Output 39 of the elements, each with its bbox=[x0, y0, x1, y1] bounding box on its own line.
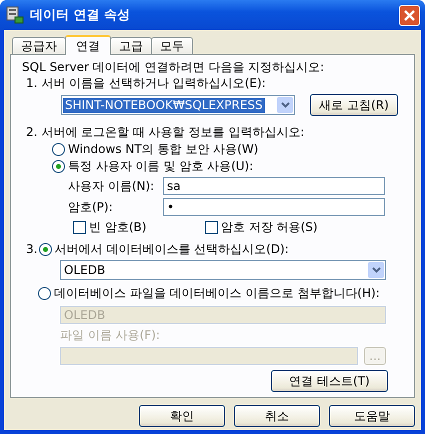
database-computer-icon bbox=[6, 6, 24, 24]
tab[interactable]: 공급자 bbox=[12, 37, 66, 54]
window-title: 데이터 연결 속성 bbox=[30, 7, 132, 24]
radio-button[interactable] bbox=[52, 160, 65, 173]
dialog-button[interactable]: 확인 bbox=[139, 405, 225, 427]
username-field[interactable]: sa bbox=[163, 177, 385, 195]
step-label: 2. 서버에 로그온할 때 사용할 정보를 입력하십시오: bbox=[26, 125, 306, 140]
instruction-text: SQL Server 데이터에 연결하려면 다음을 지정하십시오: bbox=[22, 60, 326, 75]
dialog-button[interactable]: 취소 bbox=[234, 405, 320, 427]
password-field[interactable]: • bbox=[163, 198, 385, 216]
refresh-button[interactable]: 새로 고침(R) bbox=[310, 94, 398, 116]
radio-label: Windows NT의 통합 보안 사용(W) bbox=[68, 142, 258, 157]
test-connection-button[interactable]: 연결 테스트(T) bbox=[271, 370, 388, 392]
tab[interactable]: 고급 bbox=[110, 37, 152, 54]
password-label: 암호(P): bbox=[68, 200, 114, 214]
checkbox[interactable] bbox=[73, 221, 86, 234]
dialog-button[interactable]: 도움말 bbox=[329, 405, 415, 427]
radio-button[interactable] bbox=[38, 287, 51, 300]
step-number: 3. bbox=[26, 242, 38, 257]
radio-label: 특정 사용자 이름 및 암호 사용(U): bbox=[68, 159, 254, 174]
username-label: 사용자 이름(N): bbox=[68, 178, 156, 194]
close-icon bbox=[403, 8, 416, 22]
file-name-field[interactable] bbox=[60, 347, 358, 365]
database-combo[interactable]: OLEDB bbox=[60, 260, 386, 280]
step-label: 1. 서버 이름을 선택하거나 입력하십시오(E): bbox=[26, 76, 267, 91]
file-name-label: 파일 이름 사용(F): bbox=[60, 328, 161, 343]
radio-label: 데이터베이스 파일을 데이터베이스 이름으로 첨부합니다(H): bbox=[54, 286, 380, 301]
server-name: SHINT-NOTEBOOK₩SQLEXPRESS bbox=[63, 98, 265, 112]
database-name: OLEDB bbox=[63, 262, 106, 278]
server-combo[interactable]: SHINT-NOTEBOOK₩SQLEXPRESS bbox=[61, 95, 295, 115]
radio-button[interactable] bbox=[52, 143, 65, 156]
radio-label: 서버에서 데이터베이스를 선택하십시오(D): bbox=[54, 242, 289, 257]
radio-button[interactable] bbox=[39, 243, 52, 256]
tab[interactable]: 모두 bbox=[151, 37, 193, 54]
checkbox-label: 암호 저장 허용(S) bbox=[221, 220, 318, 235]
close-button[interactable] bbox=[399, 4, 420, 26]
tab[interactable]: 연결 bbox=[65, 35, 111, 55]
checkbox[interactable] bbox=[205, 221, 218, 234]
checkbox-label: 빈 암호(B) bbox=[89, 220, 146, 235]
